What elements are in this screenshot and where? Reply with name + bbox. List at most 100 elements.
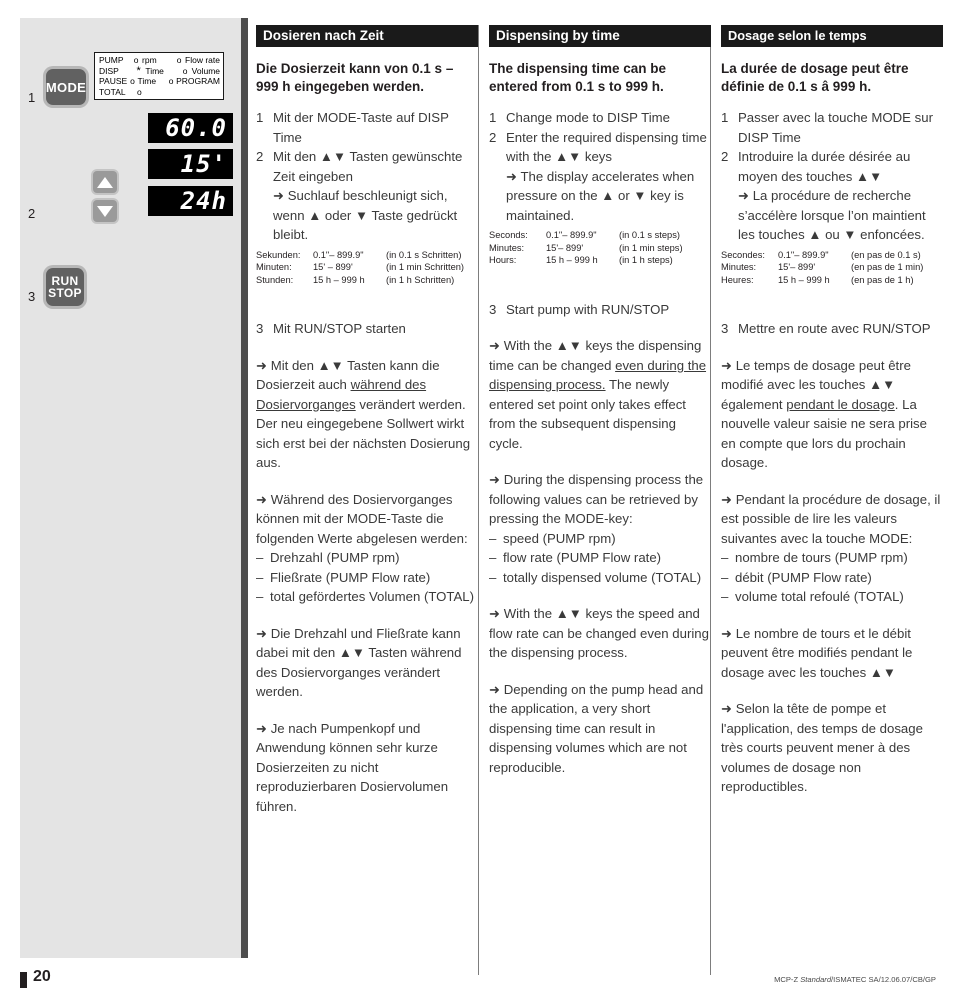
list-item-label: Drehzahl (PUMP rpm) (270, 550, 400, 566)
list-item: – débit (PUMP Flow rate) (721, 568, 943, 588)
step-index: 2 (489, 129, 497, 145)
range-values: 15 h – 999 h (313, 274, 365, 285)
lcd-display-hours: 24h (148, 186, 233, 216)
range-unit: Minutes: (721, 262, 757, 273)
range-unit: Heures: (721, 274, 754, 285)
mode-row-option-2: Volume (191, 65, 221, 76)
time-range-table-english: Seconds: 0.1"– 899.9" (in 0.1 s steps) M… (489, 229, 711, 267)
mode-row-dot-2: o (176, 55, 182, 65)
list-bullet-icon: – (489, 550, 497, 566)
step-list-french: 1 Passer avec la touche MODE sur DISP Ti… (721, 108, 943, 245)
step-text-primary: Enter the required dispensing time with … (506, 129, 707, 165)
step-item: 2 Mit den ▲▼ Tasten gewünschte Zeit eing… (256, 147, 478, 245)
step-list-german: 1 Mit der MODE-Taste auf DISP Time 2 Mit… (256, 108, 478, 245)
document-page: 1 2 3 MODE RUN STOP PUMP o rpm o Flow ra… (0, 0, 954, 998)
range-unit: Seconds: (489, 230, 528, 240)
mode-row-label: PAUSE (99, 76, 128, 87)
step-item: 2 Enter the required dispensing time wit… (489, 128, 711, 226)
mode-row-dot-2: o (182, 65, 188, 76)
range-unit: Stunden: (256, 274, 294, 285)
value-list-german: – Drehzahl (PUMP rpm) – Fließrate (PUMP … (256, 548, 478, 607)
step-text: Passer avec la touche MODE sur DISP Time (738, 110, 933, 145)
note-paragraph-2-german: ➜ Während des Dosiervorganges können mit… (256, 491, 468, 546)
list-item: – Drehzahl (PUMP rpm) (256, 548, 478, 568)
step-index: 2 (256, 149, 264, 164)
list-item: – nombre de tours (PUMP rpm) (721, 548, 943, 568)
note-paragraph-3-french: ➜ Le nombre de tours et le débit peuvent… (721, 625, 913, 680)
note-paragraph-1-french: ➜ Le temps de dosage peut être modifié a… (721, 356, 943, 473)
range-steps: (in 0.1 s Schritten) (386, 249, 462, 260)
list-item: – total gefördertes Volumen (TOTAL) (256, 587, 478, 607)
step-item: 2 Introduire la durée désirée au moyen d… (721, 147, 943, 245)
range-unit: Hours: (489, 255, 517, 266)
step-text: Enter the required dispensing time with … (506, 128, 711, 226)
value-list-english: – speed (PUMP rpm) – flow rate (PUMP Flo… (489, 529, 711, 588)
run-stop-button[interactable]: RUN STOP (46, 268, 84, 306)
range-unit: Secondes: (721, 249, 765, 260)
range-steps: (en pas de 1 h) (851, 274, 914, 285)
mode-row-label: PUMP (99, 55, 124, 65)
list-item-label: flow rate (PUMP Flow rate) (503, 550, 662, 566)
list-bullet-icon: – (721, 550, 729, 566)
step-text-note: ➜ Suchlauf beschleunigt sich, wenn ▲ ode… (273, 188, 458, 242)
step-text: Change mode to DISP Time (506, 110, 670, 125)
range-values: 15 h – 999 h (546, 255, 598, 266)
note-paragraph-4-french: ➜ Selon la tête de pompe et l'applicatio… (721, 701, 923, 795)
range-values: 15' – 899' (313, 262, 353, 273)
note-paragraph-3-german: ➜ Die Drehzahl und Fließrate kann dabei … (256, 625, 462, 700)
step-item: 3 Start pump with RUN/STOP (489, 300, 711, 320)
mode-row-label: TOTAL (99, 87, 126, 98)
up-arrow-button[interactable] (93, 171, 117, 193)
step-item: 1 Change mode to DISP Time (489, 108, 711, 128)
mode-button[interactable]: MODE (46, 69, 86, 105)
step-text: Mit RUN/STOP starten (273, 321, 406, 337)
list-item-label: speed (PUMP rpm) (503, 530, 616, 546)
mode-row-dot-1: o (137, 87, 142, 98)
mode-row-active-indicator-icon: * (136, 64, 141, 77)
mode-panel-row: PAUSE o Time o PROGRAM (99, 76, 220, 87)
range-unit: Minuten: (256, 262, 292, 273)
table-row: Minutes: 15'– 899' (en pas de 1 min) (721, 261, 943, 274)
note-text-underlined: pendant le dosage (786, 396, 895, 412)
note-paragraph-4-english: ➜ Depending on the pump head and the app… (489, 681, 704, 775)
range-values: 15'– 899' (546, 242, 584, 253)
list-item-label: total gefördertes Volumen (TOTAL) (270, 589, 475, 605)
column-divider (478, 25, 479, 975)
note-paragraph-4-german: ➜ Je nach Pumpenkopf und Anwendung könne… (256, 720, 449, 814)
list-item: – totally dispensed volume (TOTAL) (489, 568, 711, 588)
list-item-label: totally dispensed volume (TOTAL) (503, 569, 702, 585)
time-range-table-french: Secondes: 0.1"– 899.9" (en pas de 0.1 s)… (721, 249, 943, 287)
range-steps: (in 1 h Schritten) (386, 274, 455, 285)
lcd-display-minutes: 15' (148, 149, 233, 179)
triangle-up-icon (97, 176, 113, 188)
table-row: Minutes: 15'– 899' (in 1 min steps) (489, 242, 711, 255)
note-paragraph-2-english: ➜ During the dispensing process the foll… (489, 472, 704, 527)
step-index: 2 (721, 149, 729, 164)
mode-panel-row: TOTAL o (99, 87, 220, 98)
footer-document-code: MCP-Z Standard/ISMATEC SA/12.06.07/CB/GP (774, 975, 936, 984)
range-steps: (en pas de 1 min) (851, 262, 924, 273)
illustration-step-number-2: 2 (28, 206, 36, 221)
step-text: Start pump with RUN/STOP (506, 301, 670, 317)
list-bullet-icon: – (256, 569, 264, 585)
note-paragraph-2-french: ➜ Pendant la procédure de dosage, il est… (721, 491, 941, 546)
range-unit: Sekunden: (256, 249, 301, 260)
step-index: 1 (721, 110, 729, 125)
page-number-marker (20, 972, 27, 988)
list-bullet-icon: – (256, 550, 264, 566)
illustration-panel-edge (241, 18, 248, 958)
section-lead-french: La durée de dosage peut être définie de … (721, 61, 909, 94)
down-arrow-button[interactable] (93, 200, 117, 222)
page-number: 20 (33, 968, 51, 985)
mode-panel-row: PUMP o rpm o Flow rate (99, 55, 220, 66)
table-row: Seconds: 0.1"– 899.9" (in 0.1 s steps) (489, 229, 711, 242)
step-item: 3 Mettre en route avec RUN/STOP (721, 319, 943, 339)
lcd-display-seconds: 60.0 (148, 113, 233, 143)
column-german: Dosieren nach Zeit Die Dosierzeit kann v… (256, 25, 478, 816)
list-item-label: volume total refoulé (TOTAL) (735, 589, 904, 605)
step-index: 3 (256, 321, 264, 337)
step-index: 1 (256, 110, 264, 125)
list-item: – flow rate (PUMP Flow rate) (489, 548, 711, 568)
footer-code-part-1: MCP-Z (774, 975, 801, 984)
mode-row-option-2: PROGRAM (176, 76, 220, 87)
